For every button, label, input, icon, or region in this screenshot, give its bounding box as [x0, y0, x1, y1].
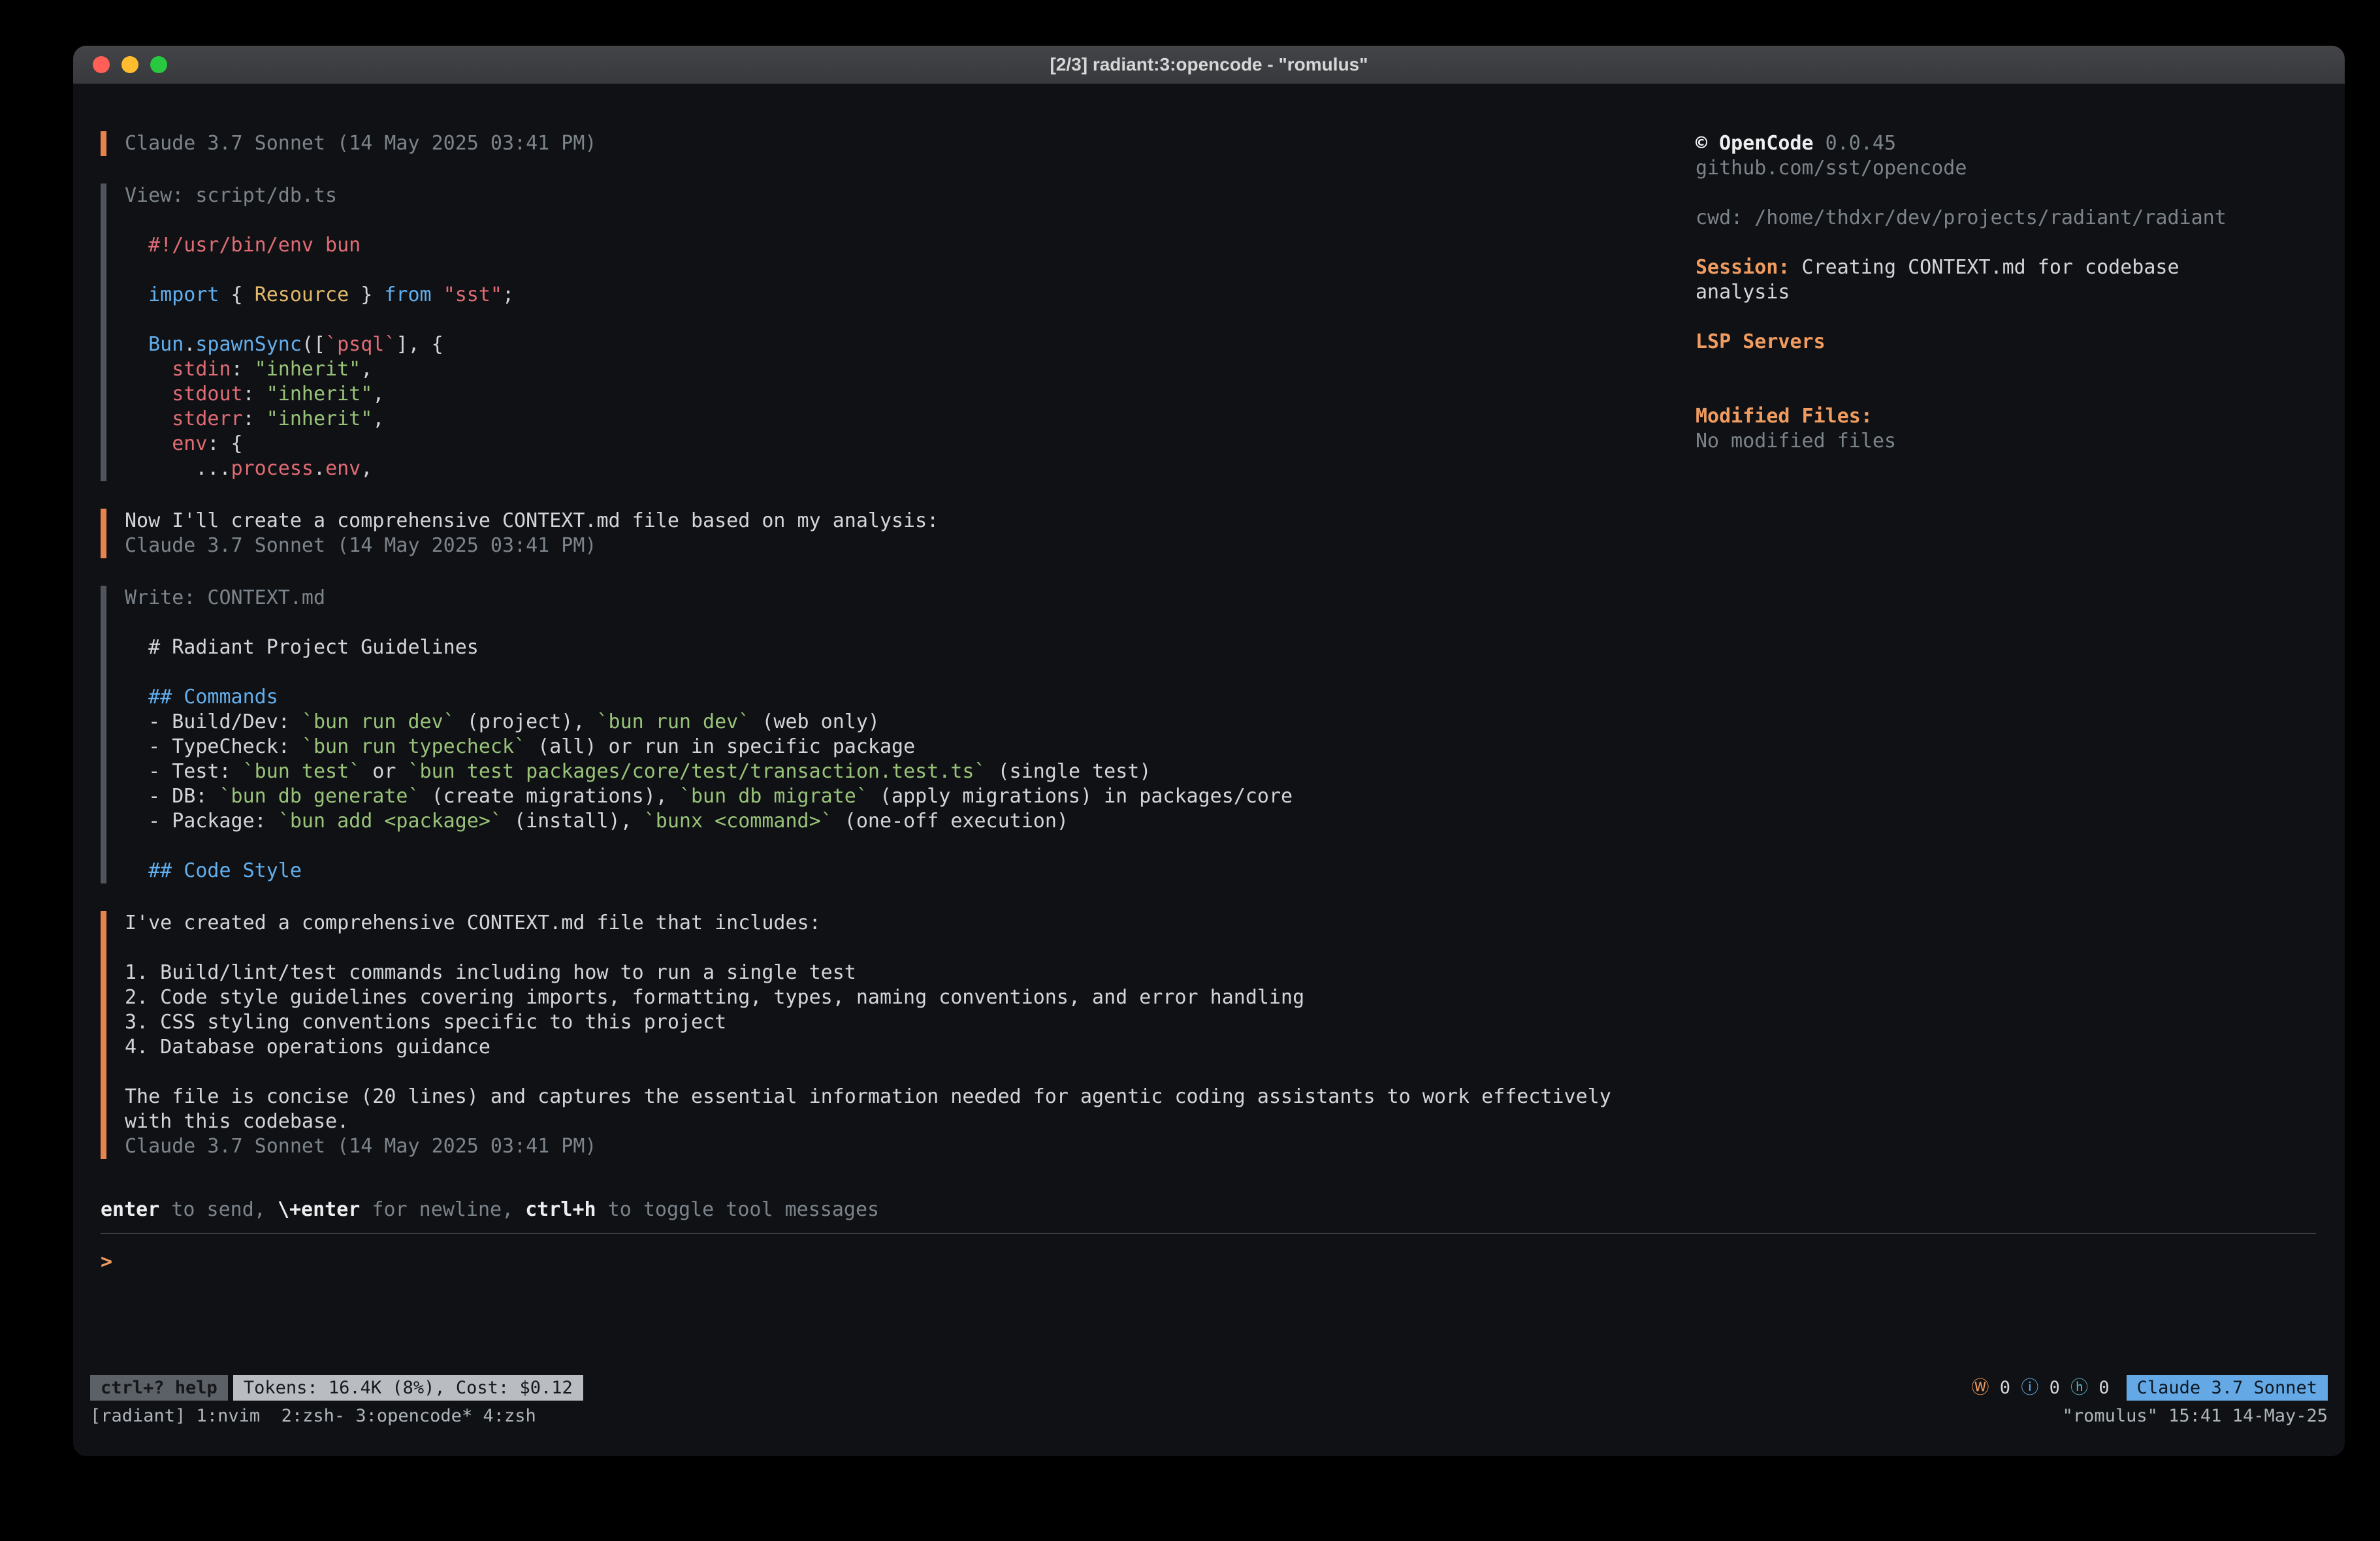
main-content: Claude 3.7 Sonnet (14 May 2025 03:41 PM)… — [73, 84, 2345, 1198]
chat-line: - Build/Dev: `bun run dev` (project), `b… — [125, 710, 1680, 735]
tmux-session-info: "romulus" 15:41 14-May-25 — [2063, 1406, 2328, 1426]
chat-line: - Package: `bun add <package>` (install)… — [125, 809, 1680, 834]
sidebar-line: © OpenCode 0.0.45 — [1696, 131, 2316, 156]
chat-line: ## Commands — [125, 685, 1680, 710]
chat-line: 3. CSS styling conventions specific to t… — [125, 1010, 1680, 1035]
chat-line: - DB: `bun db generate` (create migratio… — [125, 784, 1680, 809]
input-help-text: enter to send, \+enter for newline, ctrl… — [101, 1198, 2316, 1222]
chat-line — [125, 936, 1680, 961]
sidebar-line: Session: Creating CONTEXT.md for codebas… — [1696, 255, 2316, 280]
chat-line: Bun.spawnSync([`psql`], { — [125, 332, 1680, 357]
chat-line: ...process.env, — [125, 456, 1680, 481]
zoom-button[interactable] — [150, 56, 167, 73]
diagnostics-indicators: Ⓦ 0 ⓘ 0 ⓗ 0 — [1972, 1379, 2110, 1397]
terminal-window: [2/3] radiant:3:opencode - "romulus" Cla… — [73, 46, 2345, 1456]
model-badge[interactable]: Claude 3.7 Sonnet — [2127, 1375, 2328, 1401]
tmux-window-list[interactable]: [radiant] 1:nvim 2:zsh- 3:opencode* 4:zs… — [90, 1406, 536, 1426]
message-input[interactable]: > — [101, 1250, 2316, 1275]
status-right-cluster: Ⓦ 0 ⓘ 0 ⓗ 0 Claude 3.7 Sonnet — [1972, 1375, 2328, 1401]
chat-line — [125, 1060, 1680, 1085]
chat-line — [125, 208, 1680, 233]
chat-line: 2. Code style guidelines covering import… — [125, 985, 1680, 1010]
chat-line: 1. Build/lint/test commands including ho… — [125, 961, 1680, 985]
chat-line: 4. Database operations guidance — [125, 1035, 1680, 1060]
chat-line: env: { — [125, 432, 1680, 456]
chat-line: # Radiant Project Guidelines — [125, 635, 1680, 660]
chat-line: Claude 3.7 Sonnet (14 May 2025 03:41 PM) — [125, 131, 1680, 156]
traffic-lights — [73, 56, 167, 73]
sidebar-spacer — [1696, 230, 2316, 255]
chat-line — [125, 308, 1680, 332]
sidebar-spacer — [1696, 355, 2316, 404]
chat-line: Claude 3.7 Sonnet (14 May 2025 03:41 PM) — [125, 1134, 1680, 1159]
sidebar-line: Modified Files: — [1696, 404, 2316, 429]
tool-call-block: View: script/db.ts #!/usr/bin/env bun im… — [101, 183, 1680, 481]
assistant-message-block: Now I'll create a comprehensive CONTEXT.… — [101, 509, 1680, 558]
sidebar-line: analysis — [1696, 280, 2316, 305]
chat-line: stdin: "inherit", — [125, 357, 1680, 382]
sidebar-line: github.com/sst/opencode — [1696, 156, 2316, 181]
prompt-icon: > — [101, 1250, 112, 1273]
chat-line: with this codebase. — [125, 1109, 1680, 1134]
chat-line: - TypeCheck: `bun run typecheck` (all) o… — [125, 735, 1680, 759]
sidebar-line: cwd: /home/thdxr/dev/projects/radiant/ra… — [1696, 206, 2316, 230]
window-bottom-padding — [73, 1429, 2345, 1456]
sidebar-line: No modified files — [1696, 429, 2316, 454]
chat-line: import { Resource } from "sst"; — [125, 283, 1680, 308]
chat-line: stderr: "inherit", — [125, 407, 1680, 432]
input-area: enter to send, \+enter for newline, ctrl… — [73, 1198, 2345, 1373]
chat-line: Write: CONTEXT.md — [125, 586, 1680, 611]
minimize-button[interactable] — [121, 56, 138, 73]
chat-line: I've created a comprehensive CONTEXT.md … — [125, 911, 1680, 936]
chat-line: stdout: "inherit", — [125, 382, 1680, 407]
chat-line — [125, 611, 1680, 635]
window-title: [2/3] radiant:3:opencode - "romulus" — [73, 54, 2345, 75]
chat-line — [125, 258, 1680, 283]
chat-line: Claude 3.7 Sonnet (14 May 2025 03:41 PM) — [125, 533, 1680, 558]
window-titlebar: [2/3] radiant:3:opencode - "romulus" — [73, 46, 2345, 84]
sidebar-spacer — [1696, 181, 2316, 206]
tool-call-block: Write: CONTEXT.md # Radiant Project Guid… — [101, 586, 1680, 883]
assistant-message-block: I've created a comprehensive CONTEXT.md … — [101, 911, 1680, 1159]
close-button[interactable] — [93, 56, 110, 73]
help-shortcut-badge: ctrl+? help — [90, 1375, 228, 1401]
chat-line: - Test: `bun test` or `bun test packages… — [125, 759, 1680, 784]
chat-line: Now I'll create a comprehensive CONTEXT.… — [125, 509, 1680, 533]
chat-line — [125, 834, 1680, 859]
chat-scroll-area[interactable]: Claude 3.7 Sonnet (14 May 2025 03:41 PM)… — [101, 131, 1680, 1198]
sidebar-spacer — [1696, 305, 2316, 330]
status-bar: ctrl+? help Tokens: 16.4K (8%), Cost: $0… — [73, 1373, 2345, 1403]
input-divider — [101, 1233, 2316, 1234]
tokens-cost-badge: Tokens: 16.4K (8%), Cost: $0.12 — [233, 1375, 583, 1401]
chat-line: ## Code Style — [125, 859, 1680, 883]
chat-line — [125, 660, 1680, 685]
chat-line: View: script/db.ts — [125, 183, 1680, 208]
chat-line: #!/usr/bin/env bun — [125, 233, 1680, 258]
assistant-message-block: Claude 3.7 Sonnet (14 May 2025 03:41 PM) — [101, 131, 1680, 156]
sidebar-line: LSP Servers — [1696, 330, 2316, 355]
input-spacer — [101, 1275, 2316, 1373]
chat-line: The file is concise (20 lines) and captu… — [125, 1085, 1680, 1109]
tmux-status-bar: [radiant] 1:nvim 2:zsh- 3:opencode* 4:zs… — [73, 1403, 2345, 1429]
session-sidebar: © OpenCode 0.0.45github.com/sst/opencode… — [1680, 131, 2316, 1198]
